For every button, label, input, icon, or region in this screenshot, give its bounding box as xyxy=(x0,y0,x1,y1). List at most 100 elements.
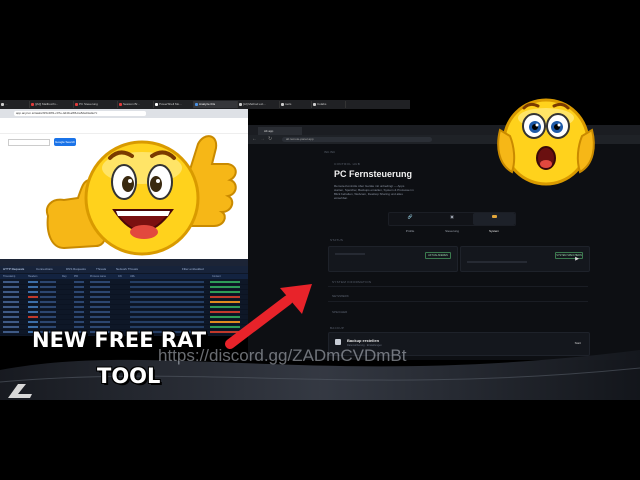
letterbox-top xyxy=(0,0,640,80)
url-field[interactable]: alt.remote-panel.app xyxy=(282,137,432,142)
browser-tab-label: Analyze this xyxy=(199,102,216,106)
nav-steuerung[interactable]: ▣ Steuerung xyxy=(431,213,473,233)
nav-label: Steuerung xyxy=(445,229,459,233)
table-cell xyxy=(3,326,19,328)
table-cell xyxy=(28,316,38,318)
nav-profile[interactable]: 🔗 Profile xyxy=(389,213,431,233)
table-cell xyxy=(74,316,84,318)
table-cell xyxy=(3,291,19,293)
forward-icon[interactable]: → xyxy=(260,136,265,142)
segmented-nav: 🔗 Profile ▣ Steuerung System xyxy=(388,212,516,233)
table-cell xyxy=(130,296,204,298)
table-cell xyxy=(40,311,56,313)
browser-tab[interactable]: ... xyxy=(0,101,30,108)
table-cell xyxy=(130,301,204,303)
folder-icon xyxy=(491,215,497,218)
table-cell xyxy=(28,306,38,308)
browser-tab-label: tools xyxy=(285,102,292,106)
table-cell xyxy=(74,281,84,283)
col-header[interactable]: Timestamp xyxy=(3,275,15,278)
table-cell xyxy=(74,286,84,288)
browser-tab[interactable]: Session Br... xyxy=(118,101,154,108)
section-status-label: STATUS xyxy=(330,238,344,242)
table-cell xyxy=(28,321,38,323)
table-cell xyxy=(74,291,84,293)
browser-tab[interactable]: PC Steuerung xyxy=(74,101,118,108)
back-icon[interactable]: ← xyxy=(252,136,257,142)
table-cell xyxy=(3,281,19,283)
tab-favicon-icon xyxy=(239,103,242,106)
page-title: PC Fernsteuerung xyxy=(334,169,413,179)
tab-favicon-icon xyxy=(313,103,316,106)
address-bar[interactable]: app.anyrun.io/tasks/f15c48f1-c07e-4d49-a… xyxy=(0,109,248,118)
table-cell xyxy=(74,296,84,298)
table-cell xyxy=(74,301,84,303)
tab-http-requests[interactable]: HTTP Requests xyxy=(3,267,24,271)
filter-toggle[interactable]: Filter embedded xyxy=(182,267,204,271)
browser-tab-label: Session Br... xyxy=(123,102,140,106)
red-arrow-icon xyxy=(225,284,312,349)
nav-system[interactable]: System xyxy=(473,213,515,233)
table-cell xyxy=(130,291,204,293)
tab-favicon-icon xyxy=(31,103,34,106)
table-cell xyxy=(40,296,56,298)
table-cell xyxy=(90,286,110,288)
browser-tab-active[interactable]: Alt app xyxy=(258,127,302,135)
status-line xyxy=(335,253,365,255)
tab-favicon-icon xyxy=(195,103,198,106)
network-panel-columns: Timestamp Headers Rep PID Process name C… xyxy=(0,274,248,279)
section-sysinfo-label: SYSTEM INFORMATION xyxy=(332,280,372,284)
table-cell xyxy=(74,321,84,323)
table-cell xyxy=(90,306,110,308)
col-header[interactable]: PID xyxy=(74,275,78,278)
reload-icon[interactable]: ↻ xyxy=(268,136,272,142)
browser-tab[interactable]: Colabs xyxy=(312,101,346,108)
table-cell xyxy=(74,311,84,313)
browser-tab-strip: ... [[AI]] Mailbox/In... PC Steuerung Se… xyxy=(0,100,410,109)
monitor-icon: ▣ xyxy=(450,214,454,219)
table-cell xyxy=(130,316,204,318)
table-cell xyxy=(40,286,56,288)
browser-tab-active[interactable]: Analyze this xyxy=(194,101,238,108)
browser-tab-label: PC Steuerung xyxy=(79,102,98,106)
browser-tab[interactable]: tools xyxy=(280,101,312,108)
row-netzwerk-label: NETZWERK xyxy=(332,294,349,298)
browser-tab[interactable]: [[AI]] Mailbox/In... xyxy=(30,101,74,108)
table-cell xyxy=(90,301,110,303)
col-header[interactable]: Content xyxy=(212,275,221,278)
tab-threats[interactable]: Threats xyxy=(96,267,106,271)
brand-label: INC.INC xyxy=(324,150,336,154)
url-field[interactable]: app.anyrun.io/tasks/f15c48f1-c07e-4d49-a… xyxy=(14,111,146,116)
table-cell xyxy=(90,281,110,283)
tab-favicon-icon xyxy=(75,103,78,106)
letterbox-bottom xyxy=(0,400,640,480)
col-header[interactable]: Rep xyxy=(62,275,67,278)
table-cell xyxy=(90,296,110,298)
table-cell xyxy=(3,316,19,318)
table-cell xyxy=(3,301,19,303)
col-header[interactable]: URL xyxy=(130,275,135,278)
browser-tab[interactable]: [AI] Method ext... xyxy=(238,101,280,108)
thumbs-up-emoji-icon xyxy=(46,135,237,256)
tab-connections[interactable]: Connections xyxy=(36,267,53,271)
table-cell xyxy=(130,311,204,313)
tab-dns-requests[interactable]: DNS Requests xyxy=(66,267,86,271)
browser-tab-label: PowerShell Mo... xyxy=(159,102,182,106)
browser-tab-label: [[AI]] Mailbox/In... xyxy=(35,102,59,106)
browser-tab[interactable]: PowerShell Mo... xyxy=(154,101,194,108)
col-header[interactable]: Headers xyxy=(28,275,37,278)
tab-network-threats[interactable]: Network Threats xyxy=(116,267,138,271)
table-cell xyxy=(28,291,38,293)
col-header[interactable]: CN xyxy=(118,275,122,278)
row-speicher-label: SPEICHER xyxy=(332,310,348,314)
cursor-icon: ▶ xyxy=(575,256,579,262)
col-header[interactable]: Process name xyxy=(90,275,106,278)
refresh-button[interactable]: AKTUALISIEREN xyxy=(425,252,451,259)
tab-favicon-icon xyxy=(119,103,122,106)
table-cell xyxy=(3,321,19,323)
table-cell xyxy=(3,286,19,288)
tab-favicon-icon xyxy=(281,103,284,106)
table-cell xyxy=(40,291,56,293)
divider xyxy=(328,286,588,287)
table-cell xyxy=(130,306,204,308)
